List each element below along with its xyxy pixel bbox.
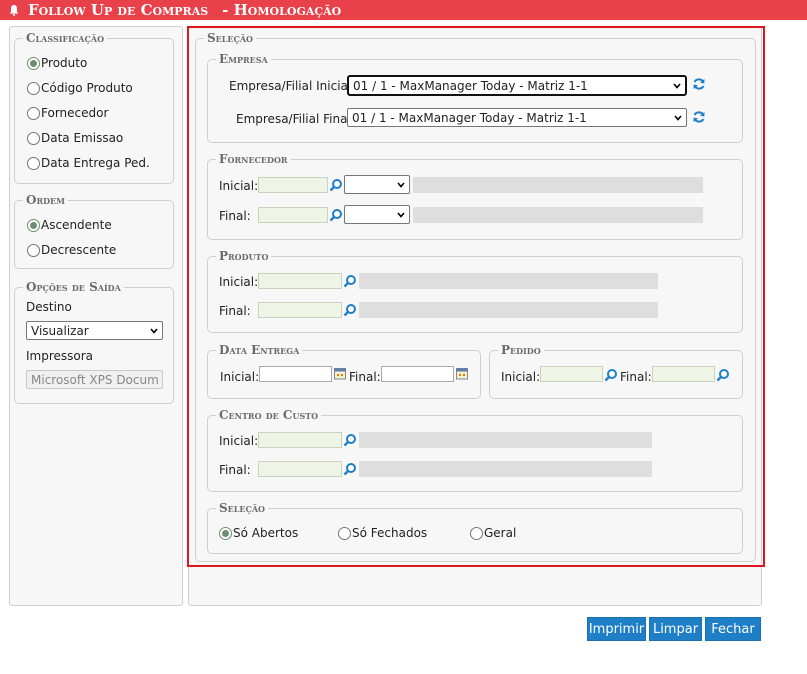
destino-value: Visualizar [31,323,89,338]
bell-icon [9,5,19,16]
radio-label: Fornecedor [41,106,109,120]
radio-ascendente[interactable]: Ascendente [27,218,112,232]
classificacao-legend: Classificação [26,31,105,45]
radio-data-entrega-ped[interactable]: Data Entrega Ped. [27,156,150,170]
radio-label: Data Emissao [41,131,124,145]
page-title: Follow Up de Compras [28,1,209,19]
radio-button-checked[interactable] [27,56,40,70]
limpar-button[interactable]: Limpar [649,617,702,641]
destino-label: Destino [26,300,72,314]
radio-label: Código Produto [41,81,133,95]
fechar-button[interactable]: Fechar [705,617,761,641]
radio-button[interactable] [27,243,40,257]
radio-button[interactable] [27,131,40,145]
radio-label: Decrescente [41,243,117,257]
radio-button[interactable] [27,156,40,170]
radio-produto[interactable]: Produto [27,56,87,70]
chevron-down-icon [150,327,158,334]
radio-button-checked[interactable] [27,218,40,232]
radio-button[interactable] [27,81,40,95]
imprimir-button[interactable]: Imprimir [587,617,646,641]
impressora-select[interactable]: Microsoft XPS Docum [26,370,163,389]
radio-fornecedor[interactable]: Fornecedor [27,106,108,120]
radio-label: Data Entrega Ped. [41,156,150,170]
highlight-box [187,26,765,567]
impressora-label: Impressora [26,349,94,363]
radio-button[interactable] [27,106,40,120]
radio-codigo-produto[interactable]: Código Produto [27,81,133,95]
radio-label: Produto [41,56,88,70]
destino-select[interactable]: Visualizar [26,321,163,340]
ordem-legend: Ordem [26,193,65,207]
radio-label: Ascendente [41,218,112,232]
radio-decrescente[interactable]: Decrescente [27,243,116,257]
opcoes-saida-legend: Opções de Saída [26,280,121,294]
radio-data-emissao[interactable]: Data Emissao [27,131,123,145]
title-bar: Follow Up de Compras - Homologação [0,0,807,20]
impressora-value: Microsoft XPS Docum [31,372,159,387]
page-subtitle: - Homologação [222,1,342,19]
